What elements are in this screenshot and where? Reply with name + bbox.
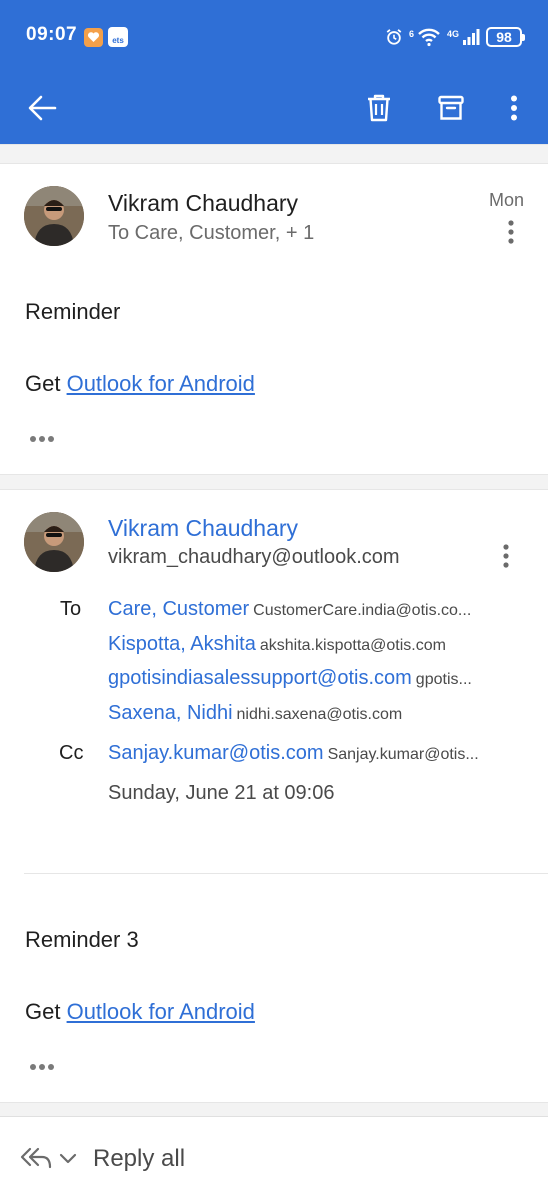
reply-bar: Reply all xyxy=(0,1116,548,1200)
message-signature: Get Outlook for Android xyxy=(25,999,255,1025)
message-body-text: Reminder xyxy=(25,299,121,324)
recipient-name[interactable]: Sanjay.kumar@otis.com xyxy=(108,742,324,764)
battery-icon: 98 xyxy=(486,27,525,47)
show-quoted-text-button[interactable] xyxy=(30,1062,60,1072)
notification-ets-icon: ets xyxy=(108,27,128,47)
recipient-name[interactable]: gpotisindiasalessupport@otis.com xyxy=(108,667,412,689)
toolbar xyxy=(0,72,548,144)
recipient-name[interactable]: Kispotta, Akshita xyxy=(108,633,256,655)
message-body-text: Reminder 3 xyxy=(25,927,139,952)
recipient-row[interactable]: gpotisindiasalessupport@otis.com gpotis..… xyxy=(108,667,528,690)
recipient-row[interactable]: Saxena, Nidhi nidhi.saxena@otis.com xyxy=(108,702,528,725)
reply-all-icon[interactable] xyxy=(20,1145,54,1173)
thread-gap-middle xyxy=(0,474,548,490)
to-label: To xyxy=(60,598,82,620)
back-arrow-icon xyxy=(28,95,57,121)
show-quoted-text-button[interactable] xyxy=(30,434,60,444)
back-button[interactable] xyxy=(18,84,66,132)
more-options-button[interactable] xyxy=(490,84,538,132)
message-date: Mon xyxy=(488,190,524,210)
reply-all-button[interactable]: Reply all xyxy=(93,1145,185,1173)
status-icons: 6 4G 98 xyxy=(385,26,525,48)
sender-avatar xyxy=(24,186,84,246)
recipient-address: CustomerCare.india@otis.co... xyxy=(253,602,472,619)
more-vertical-icon xyxy=(508,220,514,244)
outlook-android-link[interactable]: Outlook for Android xyxy=(67,371,255,396)
delete-button[interactable] xyxy=(355,84,403,132)
sender-avatar xyxy=(24,512,84,572)
cc-label: Cc xyxy=(59,742,84,764)
recipient-address: akshita.kispotta@otis.com xyxy=(259,637,446,654)
more-vertical-icon xyxy=(503,544,509,568)
status-time: 09:07 xyxy=(26,24,78,45)
recipient-name[interactable]: Care, Customer xyxy=(108,598,249,620)
message-more-button[interactable] xyxy=(499,217,523,247)
sender-name-link[interactable]: Vikram Chaudhary xyxy=(108,515,298,542)
message-signature: Get Outlook for Android xyxy=(25,371,255,397)
app-bar: 09:07 ets 6 4G 98 xyxy=(0,0,548,144)
wifi-icon xyxy=(418,28,440,47)
message-more-button[interactable] xyxy=(494,541,518,571)
outlook-android-link[interactable]: Outlook for Android xyxy=(67,999,255,1024)
more-vertical-icon xyxy=(511,95,517,121)
sender-email: vikram_chaudhary@outlook.com xyxy=(108,546,400,568)
thread-gap-top xyxy=(0,144,548,164)
signature-prefix: Get xyxy=(25,371,67,396)
recipient-row[interactable]: Care, Customer CustomerCare.india@otis.co… xyxy=(108,598,528,621)
recipient-address: nidhi.saxena@otis.com xyxy=(236,706,403,723)
status-bar: 09:07 ets 6 4G 98 xyxy=(0,0,548,72)
archive-button[interactable] xyxy=(427,84,475,132)
recipient-address: Sanjay.kumar@otis... xyxy=(327,746,479,763)
notification-app-icon xyxy=(84,28,103,47)
alarm-icon xyxy=(386,29,402,45)
archive-icon xyxy=(438,95,464,120)
recipient-row[interactable]: Kispotta, Akshita akshita.kispotta@otis.c… xyxy=(108,633,528,656)
chevron-down-icon[interactable] xyxy=(58,1151,78,1167)
sent-date: Sunday, June 21 at 09:06 xyxy=(108,782,335,804)
header-divider xyxy=(24,873,548,874)
wifi-label: 6 xyxy=(408,28,414,39)
recipient-address: gpotis... xyxy=(415,671,472,688)
recipients-summary: To Care, Customer, + 1 xyxy=(108,222,315,244)
delete-icon xyxy=(368,94,390,122)
sender-name: Vikram Chaudhary xyxy=(108,190,299,216)
recipient-row[interactable]: Sanjay.kumar@otis.com Sanjay.kumar@otis..… xyxy=(108,742,528,765)
signature-prefix: Get xyxy=(25,999,67,1024)
signal-icon xyxy=(463,29,480,45)
network-label: 4G xyxy=(446,28,459,39)
recipient-name[interactable]: Saxena, Nidhi xyxy=(108,702,233,724)
